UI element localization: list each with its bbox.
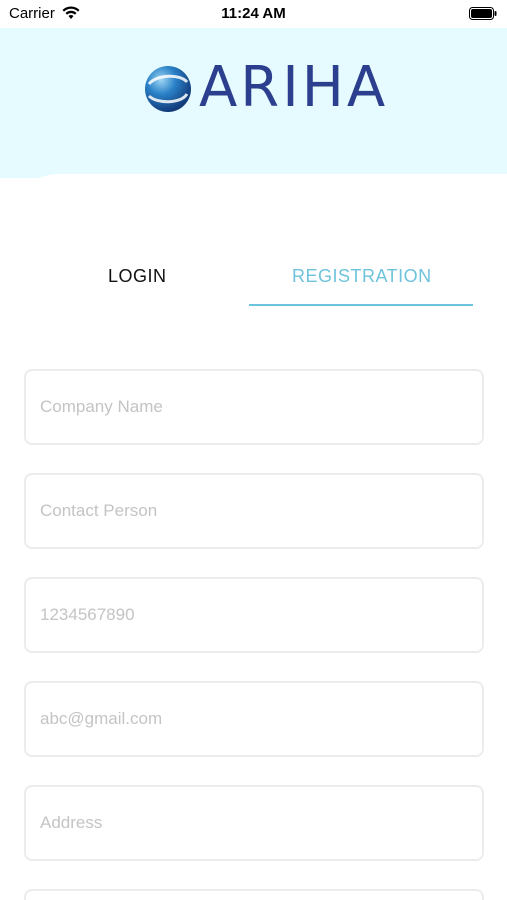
logo-text: ARIHA (199, 55, 389, 120)
email-field[interactable] (24, 681, 484, 757)
active-tab-indicator (249, 304, 473, 306)
tab-login[interactable]: LOGIN (108, 266, 167, 287)
status-time: 11:24 AM (221, 5, 286, 22)
company-name-field[interactable] (24, 369, 484, 445)
status-bar: Carrier 11:24 AM (0, 0, 507, 28)
auth-tabs: LOGIN REGISTRATION (0, 244, 507, 308)
company-name-input[interactable] (40, 371, 470, 443)
next-field-partial[interactable] (24, 889, 484, 900)
tab-registration[interactable]: REGISTRATION (292, 266, 432, 287)
phone-field[interactable] (24, 577, 484, 653)
globe-logo-icon (145, 66, 191, 112)
battery-icon (469, 7, 497, 20)
header-banner: ARIHA (0, 28, 507, 178)
address-input[interactable] (40, 787, 470, 859)
contact-person-field[interactable] (24, 473, 484, 549)
address-field[interactable] (24, 785, 484, 861)
contact-person-input[interactable] (40, 475, 470, 547)
ariha-logo: ARIHA (143, 60, 385, 118)
phone-input[interactable] (40, 579, 470, 651)
email-input[interactable] (40, 683, 470, 755)
